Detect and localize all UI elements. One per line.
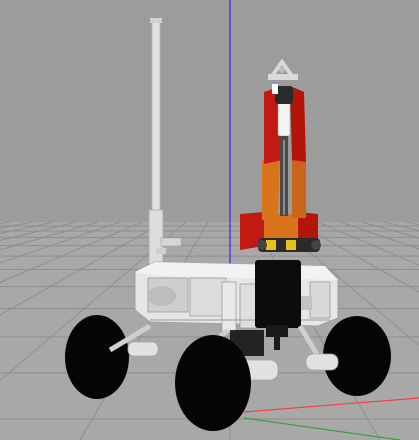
simulation-viewport[interactable]	[0, 0, 419, 440]
scene-canvas[interactable]	[0, 0, 419, 440]
gripper	[268, 58, 298, 80]
wheel-front-left	[175, 335, 251, 431]
rover-chassis	[134, 261, 339, 333]
wheel-rear-left	[65, 315, 129, 399]
robotic-arm	[240, 84, 321, 252]
